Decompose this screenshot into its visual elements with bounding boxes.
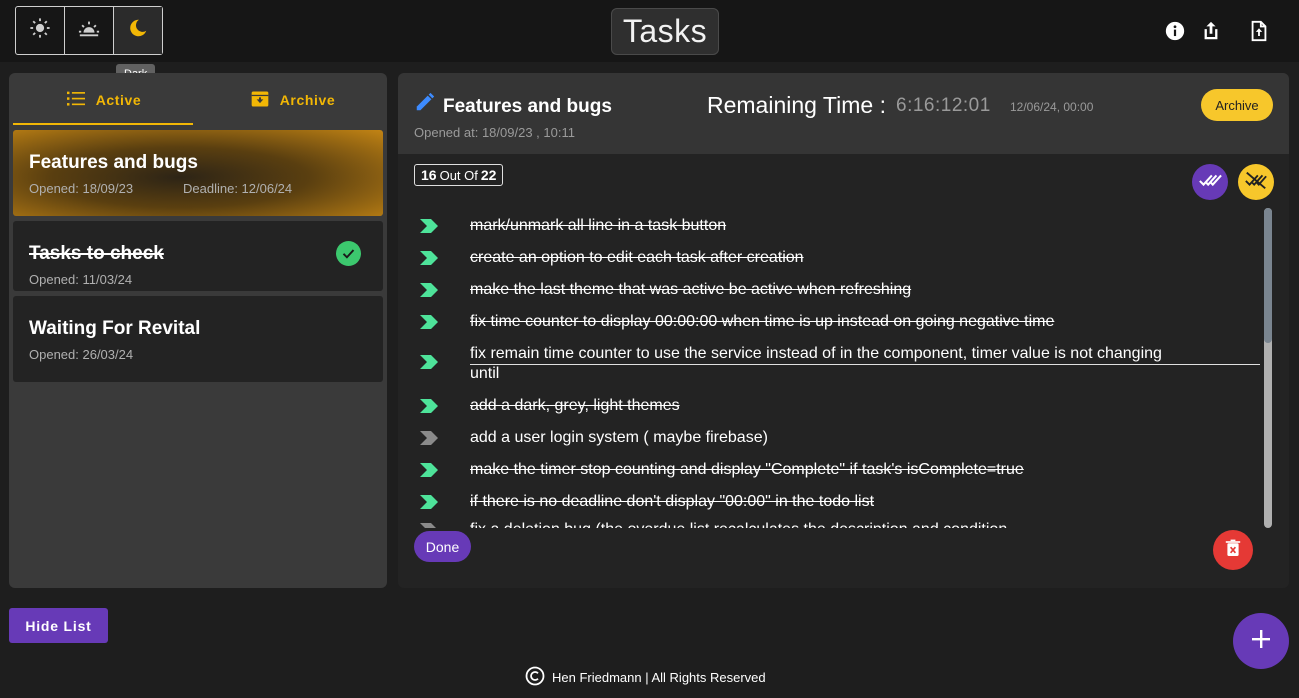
chevron-right-icon [420, 431, 438, 445]
check-circle-icon [336, 241, 361, 266]
app-title: Tasks [611, 8, 719, 55]
light-theme-button[interactable] [16, 7, 65, 54]
item-text: add a user login system ( maybe firebase… [470, 429, 768, 446]
sunset-icon [77, 17, 101, 44]
task-card[interactable]: Features and bugs Opened: 18/09/23 Deadl… [13, 130, 383, 216]
hide-list-button[interactable]: Hide List [9, 608, 108, 643]
task-card[interactable]: Tasks to check Opened: 11/03/24 [13, 221, 383, 291]
tab-active[interactable]: Active [9, 73, 198, 127]
task-detail-panel: Features and bugs Opened at: 18/09/23 , … [398, 73, 1289, 588]
archive-button[interactable]: Archive [1201, 89, 1273, 121]
footer: Hen Friedmann | All Rights Reserved [525, 666, 766, 689]
mark-all-button[interactable] [1192, 164, 1228, 200]
chevron-right-icon [420, 251, 438, 265]
item-text: make the timer stop counting and display… [470, 461, 1024, 478]
detail-title: Features and bugs [443, 96, 612, 117]
list-icon [66, 90, 86, 111]
counter-middle: Out Of [439, 167, 478, 183]
remaining-time-value: 6:16:12:01 [896, 95, 991, 116]
double-check-icon [1198, 170, 1222, 195]
tab-archive-label: Archive [279, 92, 336, 108]
tab-archive[interactable]: Archive [198, 73, 387, 127]
delete-button[interactable] [1213, 530, 1253, 570]
item-text: make the last theme that was active be a… [470, 281, 912, 298]
copyright-icon [525, 666, 545, 689]
item-text: fix time counter to display 00:00:00 whe… [470, 313, 1055, 330]
chevron-right-icon [420, 523, 436, 528]
list-item[interactable]: fix remain time counter to use the servi… [398, 344, 1268, 386]
remaining-time-label: Remaining Time : [707, 92, 886, 118]
item-text: fix remain time counter to use the servi… [470, 345, 1162, 362]
share-icon[interactable] [1199, 19, 1223, 43]
chevron-right-icon [420, 495, 438, 509]
item-text-continued: until [470, 365, 500, 382]
remove-done-icon [1244, 169, 1268, 196]
counter-total: 22 [480, 167, 497, 183]
add-task-button[interactable] [1233, 613, 1289, 669]
todo-list: mark/unmark all line in a task button cr… [398, 208, 1268, 528]
item-text: fix a deletion bug (the overdue list rec… [470, 520, 1007, 528]
strike-line [470, 364, 1260, 365]
task-card[interactable]: Waiting For Revital Opened: 26/03/24 [13, 296, 383, 382]
task-opened: Opened: 26/03/24 [29, 347, 134, 362]
info-icon[interactable] [1163, 19, 1187, 43]
unmark-all-button[interactable] [1238, 164, 1274, 200]
sun-icon [29, 17, 51, 44]
top-bar: Tasks [0, 0, 1299, 62]
item-text: mark/unmark all line in a task button [470, 217, 727, 234]
task-title: Features and bugs [29, 152, 198, 173]
footer-text: Hen Friedmann | All Rights Reserved [552, 670, 766, 685]
archive-box-icon [250, 89, 270, 112]
grey-theme-button[interactable] [65, 7, 114, 54]
done-button[interactable]: Done [414, 531, 471, 562]
task-opened: Opened: 11/03/24 [29, 272, 133, 287]
counter-done: 16 [421, 167, 437, 183]
chevron-right-icon [420, 315, 438, 329]
theme-switcher [15, 6, 163, 55]
item-text: create an option to edit each task after… [470, 249, 804, 266]
detail-header: Features and bugs Opened at: 18/09/23 , … [398, 73, 1289, 154]
upload-file-icon[interactable] [1247, 19, 1271, 43]
task-opened: Opened: 18/09/23 [29, 181, 134, 196]
delete-icon [1225, 539, 1241, 562]
chevron-right-icon [420, 283, 438, 297]
task-list-panel: Active Archive Features and bugs Opened:… [9, 73, 387, 588]
task-title: Waiting For Revital [29, 318, 201, 339]
task-title: Tasks to check [29, 243, 164, 264]
tab-indicator [13, 123, 193, 125]
scrollbar[interactable] [1264, 208, 1272, 528]
chevron-right-icon [420, 219, 438, 233]
progress-counter: 16 Out Of 22 [414, 164, 504, 186]
pencil-icon[interactable] [414, 91, 436, 118]
detail-opened-at: Opened at: 18/09/23 , 10:11 [414, 125, 575, 140]
chevron-right-icon [420, 399, 438, 413]
item-text: if there is no deadline don't display "0… [470, 493, 875, 510]
detail-deadline: 12/06/24, 00:00 [1010, 100, 1094, 114]
chevron-right-icon [420, 463, 438, 477]
dark-theme-button[interactable] [114, 7, 162, 54]
scrollbar-thumb[interactable] [1264, 208, 1272, 343]
chevron-right-icon [420, 355, 438, 369]
moon-icon [127, 17, 149, 44]
tab-active-label: Active [95, 92, 142, 108]
item-text: add a dark, grey, light themes [470, 397, 680, 414]
task-deadline: Deadline: 12/06/24 [183, 181, 293, 196]
list-tabs: Active Archive [9, 73, 387, 137]
plus-icon [1251, 629, 1271, 654]
